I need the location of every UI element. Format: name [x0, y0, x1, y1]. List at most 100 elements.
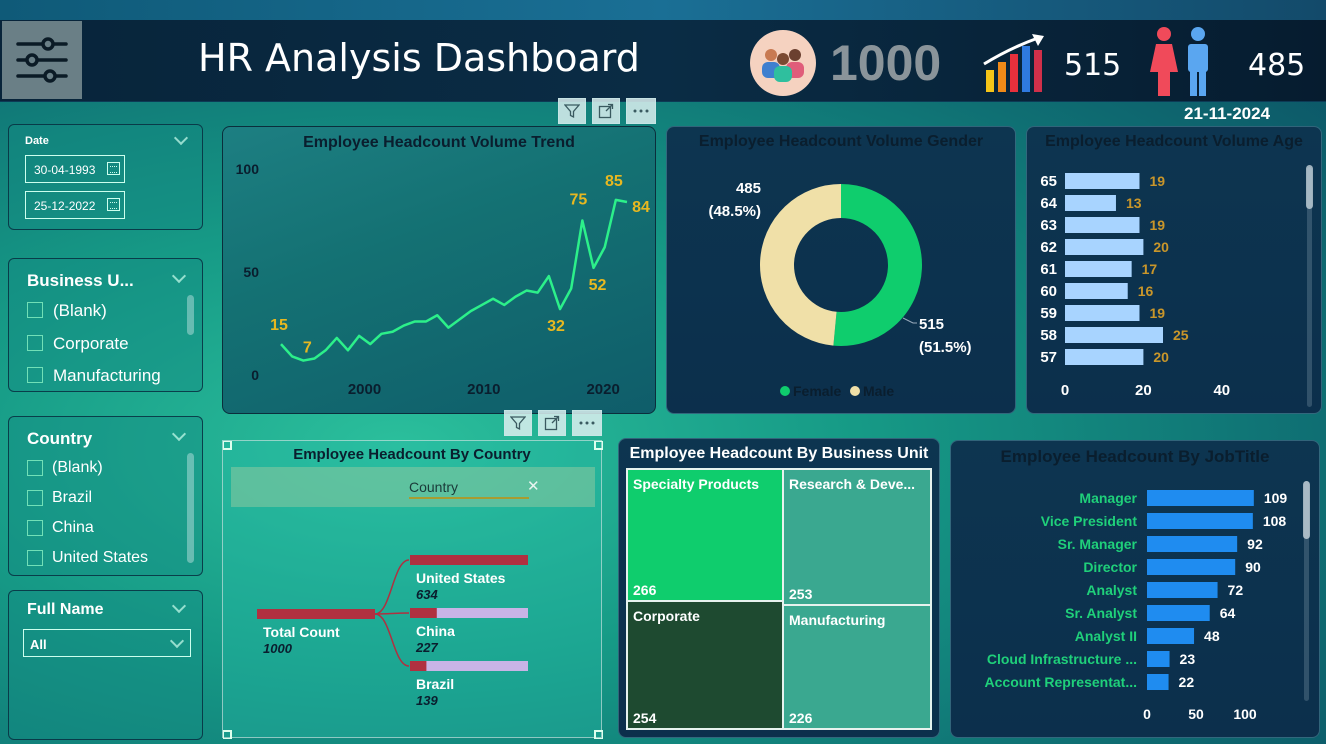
- more-options-icon[interactable]: [572, 410, 602, 436]
- x-tick-label: 2020: [586, 381, 619, 398]
- full-name-dropdown[interactable]: All: [23, 629, 191, 657]
- checkbox[interactable]: [27, 520, 43, 536]
- treemap-svg: Specialty Products 266 Research & Deve... 2…: [626, 468, 932, 730]
- end-date-input[interactable]: 25-12-2022: [25, 191, 125, 219]
- trend-data-label: 75: [569, 192, 587, 209]
- donut-value-label: 485: [736, 180, 761, 197]
- legend-marker-female: [780, 386, 790, 396]
- node-value: 227: [415, 640, 438, 655]
- start-date-input[interactable]: 30-04-1993: [25, 155, 125, 183]
- age-label: 63: [1040, 217, 1057, 234]
- tree-connector: [374, 559, 410, 615]
- business-unit-slicer[interactable]: Business U... (Blank) Corporate Manufact…: [8, 258, 203, 392]
- calendar-icon[interactable]: [107, 162, 120, 175]
- x-tick-label: 0: [1143, 706, 1151, 722]
- filter-icon[interactable]: [558, 98, 586, 124]
- country-option[interactable]: United States: [52, 549, 148, 567]
- age-bar: [1065, 195, 1116, 211]
- full-name-slicer[interactable]: Full Name All: [8, 590, 203, 740]
- age-chart-svg: 65 19 64 13 63 19 62 20 61 17 60 16 59 19 58 25 57 20 0 20 4…: [1040, 173, 1230, 399]
- focus-mode-icon[interactable]: [592, 98, 620, 124]
- age-label: 57: [1040, 349, 1057, 366]
- business-unit-option[interactable]: Manufacturing: [53, 366, 161, 386]
- age-label: 59: [1040, 305, 1057, 322]
- focus-mode-icon[interactable]: [538, 410, 566, 436]
- treemap-cell-label: Specialty Products: [633, 476, 759, 492]
- jobtitle-bar-chart[interactable]: Employee Headcount By JobTitle Manager 10…: [950, 440, 1320, 738]
- node-label: China: [416, 623, 455, 639]
- selection-handle: [594, 730, 603, 739]
- trend-data-label: 7: [303, 340, 312, 357]
- chevron-down-icon[interactable]: [173, 130, 189, 146]
- donut-chart-svg: 515 (51.5%) 485 (48.5%) Female Male: [708, 180, 971, 399]
- country-option[interactable]: Brazil: [52, 489, 92, 507]
- node-bar-background: [410, 661, 528, 671]
- jobtitle-value-label: 48: [1204, 628, 1220, 644]
- y-tick-label: 0: [251, 367, 259, 383]
- treemap-cell-value: 266: [633, 582, 657, 598]
- jobtitle-bar: [1147, 559, 1236, 575]
- age-value-label: 16: [1138, 283, 1154, 299]
- report-date: 21-11-2024: [1184, 104, 1271, 123]
- jobtitle-label: Account Representat...: [985, 674, 1137, 690]
- jobtitle-value-label: 108: [1263, 513, 1287, 529]
- end-date-value: 25-12-2022: [34, 199, 96, 213]
- jobtitle-value-label: 72: [1228, 582, 1244, 598]
- jobtitle-value-label: 64: [1220, 605, 1236, 621]
- headcount-trend-chart[interactable]: Employee Headcount Volume Trend 0 50 100 20…: [222, 126, 656, 414]
- donut-slice-male: [760, 184, 842, 346]
- country-slicer[interactable]: Country (Blank) Brazil China United Stat…: [8, 416, 203, 576]
- country-option[interactable]: (Blank): [52, 459, 103, 477]
- donut-value-label: 515: [919, 316, 944, 333]
- y-tick-label: 50: [243, 264, 259, 280]
- page-title: HR Analysis Dashboard: [198, 36, 640, 80]
- filter-menu-button[interactable]: [2, 21, 82, 99]
- scrollbar-track[interactable]: [1307, 167, 1312, 407]
- scrollbar[interactable]: [187, 453, 194, 563]
- node-bar: [410, 661, 427, 671]
- country-option[interactable]: China: [52, 519, 94, 537]
- jobtitle-label: Vice President: [1041, 513, 1138, 529]
- business-unit-option[interactable]: (Blank): [53, 301, 107, 321]
- root-bar: [257, 609, 375, 619]
- age-value-label: 19: [1149, 305, 1165, 321]
- chevron-down-icon[interactable]: [171, 268, 187, 284]
- jobtitle-bar: [1147, 490, 1254, 506]
- jobtitle-label: Director: [1083, 559, 1137, 575]
- tree-connector: [374, 612, 410, 615]
- trend-chart-svg: 0 50 100 2000 2010 2020 15 7 32 52 75 85 84: [236, 161, 650, 398]
- male-count-value: 515: [1064, 48, 1122, 83]
- gender-donut-chart[interactable]: Employee Headcount Volume Gender 515 (51.…: [666, 126, 1016, 414]
- age-bar: [1065, 173, 1140, 189]
- checkbox[interactable]: [27, 335, 43, 351]
- business-unit-option[interactable]: Corporate: [53, 334, 129, 354]
- chevron-down-icon[interactable]: [171, 598, 187, 614]
- jobtitle-label: Manager: [1079, 490, 1137, 506]
- node-label: United States: [416, 570, 506, 586]
- jobtitle-label: Cloud Infrastructure ...: [987, 651, 1137, 667]
- checkbox[interactable]: [27, 490, 43, 506]
- checkbox[interactable]: [27, 367, 43, 383]
- x-tick-label: 0: [1061, 382, 1069, 399]
- more-options-icon[interactable]: [626, 98, 656, 124]
- checkbox[interactable]: [27, 460, 43, 476]
- node-bar: [410, 608, 437, 618]
- scrollbar[interactable]: [187, 295, 194, 335]
- filter-icon[interactable]: [504, 410, 532, 436]
- country-decomposition-tree[interactable]: Employee Headcount By Country Country ✕ …: [222, 440, 603, 739]
- female-count-value: 485: [1248, 48, 1306, 83]
- age-bar-chart[interactable]: Employee Headcount Volume Age 65 19 64 13 63…: [1026, 126, 1322, 414]
- growth-chart-icon: [983, 34, 1044, 92]
- x-tick-label: 50: [1188, 706, 1204, 722]
- treemap-cell-label: Manufacturing: [789, 612, 885, 628]
- business-unit-slicer-label: Business U...: [27, 271, 134, 290]
- business-unit-treemap[interactable]: Employee Headcount By Business Unit Spec…: [618, 438, 940, 738]
- checkbox[interactable]: [27, 550, 43, 566]
- scrollbar[interactable]: [1303, 481, 1310, 539]
- legend-label: Male: [863, 383, 894, 399]
- chevron-down-icon[interactable]: [171, 426, 187, 442]
- checkbox[interactable]: [27, 302, 43, 318]
- legend-label: Female: [793, 383, 841, 399]
- calendar-icon[interactable]: [107, 198, 120, 211]
- date-slicer[interactable]: Date 30-04-1993 25-12-2022: [8, 124, 203, 230]
